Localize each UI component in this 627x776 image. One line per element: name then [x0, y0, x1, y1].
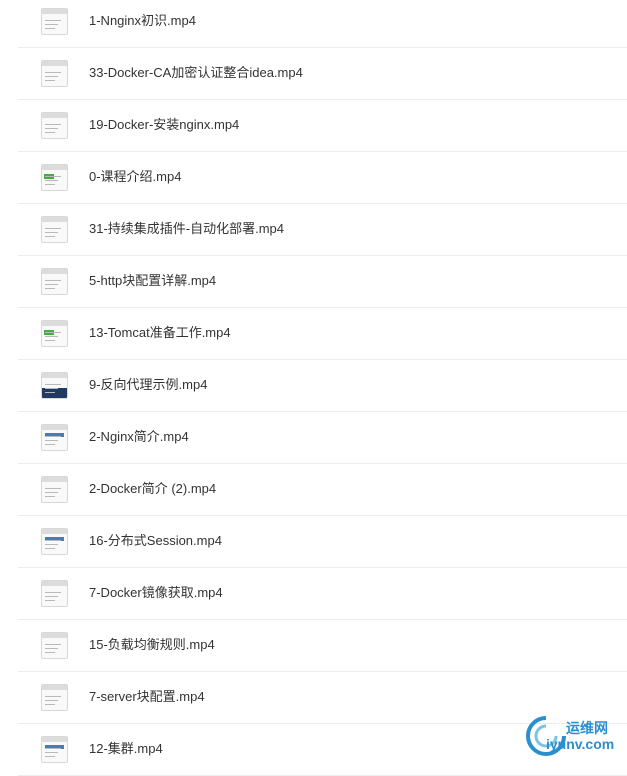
watermark-domain: iyunv.com — [546, 736, 615, 752]
video-thumbnail-icon — [41, 476, 68, 503]
file-name: 5-http块配置详解.mp4 — [89, 273, 217, 288]
file-row[interactable]: 5-http块配置详解.mp4 — [18, 256, 627, 308]
video-thumbnail-icon — [41, 372, 68, 399]
file-row[interactable]: 9-反向代理示例.mp4 — [18, 360, 627, 412]
file-row[interactable]: 2-Docker简介 (2).mp4 — [18, 464, 627, 516]
file-name: 33-Docker-CA加密认证整合idea.mp4 — [89, 65, 303, 80]
file-row[interactable]: 31-持续集成插件-自动化部署.mp4 — [18, 204, 627, 256]
file-name: 0-课程介绍.mp4 — [89, 169, 182, 184]
video-thumbnail-icon — [41, 580, 68, 607]
file-name: 12-集群.mp4 — [89, 741, 163, 756]
file-name: 7-Docker镜像获取.mp4 — [89, 585, 223, 600]
file-row[interactable]: 7-Docker镜像获取.mp4 — [18, 568, 627, 620]
video-thumbnail-icon — [41, 684, 68, 711]
video-thumbnail-icon — [41, 8, 68, 35]
file-name: 13-Tomcat准备工作.mp4 — [89, 325, 231, 340]
file-row[interactable]: 2-Nginx简介.mp4 — [18, 412, 627, 464]
file-name: 7-server块配置.mp4 — [89, 689, 205, 704]
video-thumbnail-icon — [41, 528, 68, 555]
video-thumbnail-icon — [41, 736, 68, 763]
file-name: 2-Nginx简介.mp4 — [89, 429, 189, 444]
file-name: 16-分布式Session.mp4 — [89, 533, 222, 548]
file-name: 2-Docker简介 (2).mp4 — [89, 481, 217, 496]
file-row[interactable]: 33-Docker-CA加密认证整合idea.mp4 — [18, 48, 627, 100]
video-thumbnail-icon — [41, 424, 68, 451]
watermark-logo: 运维网 iyunv.com — [524, 714, 627, 758]
video-thumbnail-icon — [41, 60, 68, 87]
video-thumbnail-icon — [41, 268, 68, 295]
video-thumbnail-icon — [41, 112, 68, 139]
file-row[interactable]: 0-课程介绍.mp4 — [18, 152, 627, 204]
file-name: 19-Docker-安装nginx.mp4 — [89, 117, 240, 132]
file-row[interactable]: 13-Tomcat准备工作.mp4 — [18, 308, 627, 360]
file-row[interactable]: 1-Nnginx初识.mp4 — [18, 0, 627, 48]
file-name: 31-持续集成插件-自动化部署.mp4 — [89, 221, 285, 236]
file-row[interactable]: 16-分布式Session.mp4 — [18, 516, 627, 568]
video-thumbnail-icon — [41, 216, 68, 243]
video-thumbnail-icon — [41, 632, 68, 659]
file-name: 9-反向代理示例.mp4 — [89, 377, 208, 392]
file-row[interactable]: 19-Docker-安装nginx.mp4 — [18, 100, 627, 152]
video-thumbnail-icon — [41, 320, 68, 347]
file-row[interactable]: 15-负载均衡规则.mp4 — [18, 620, 627, 672]
video-thumbnail-icon — [41, 164, 68, 191]
watermark-title: 运维网 — [566, 720, 608, 736]
file-list: 1-Nnginx初识.mp4 33-Docker-CA加密认证整合idea.mp4… — [0, 0, 627, 776]
file-name: 15-负载均衡规则.mp4 — [89, 637, 215, 652]
file-name: 1-Nnginx初识.mp4 — [89, 13, 196, 28]
